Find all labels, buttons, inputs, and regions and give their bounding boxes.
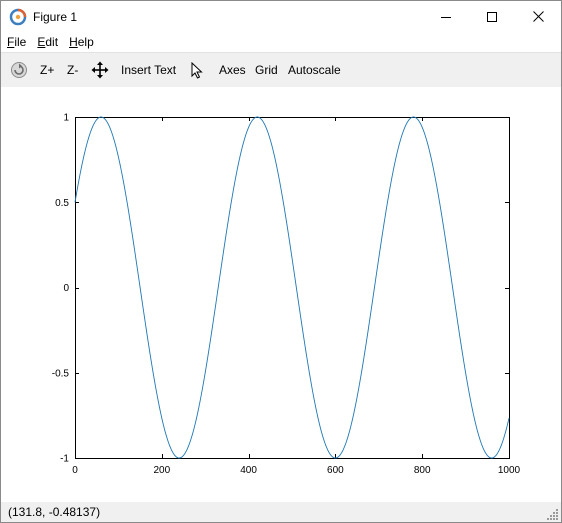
minimize-button[interactable]	[423, 1, 469, 32]
zoom-out-button[interactable]: Z-	[67, 53, 78, 87]
plot-area[interactable]: 0 200 400 600 800 1000 -1 -0.5 0 0.5 1	[1, 87, 561, 502]
y-tick-label: 1	[63, 113, 69, 124]
close-icon	[532, 11, 544, 22]
x-tick-label: 600	[327, 465, 344, 476]
y-tick-label: 0	[63, 283, 69, 294]
y-tick-label: -1	[60, 454, 69, 465]
zoom-in-button[interactable]: Z+	[40, 53, 54, 87]
insert-text-button[interactable]: Insert Text	[121, 53, 176, 87]
x-tick-label: 400	[240, 465, 257, 476]
menu-help-mnemonic: H	[69, 35, 78, 49]
cursor-icon	[191, 61, 203, 79]
autoscale-button[interactable]: Autoscale	[288, 53, 341, 87]
window-controls	[423, 1, 561, 32]
rotate-button[interactable]	[10, 53, 28, 87]
select-button[interactable]	[191, 53, 203, 87]
menu-file-label: ile	[14, 35, 27, 49]
rotate-icon	[11, 62, 27, 78]
menu-file[interactable]: File	[1, 35, 31, 49]
line-chart[interactable]: 0 200 400 600 800 1000 -1 -0.5 0 0.5 1	[1, 87, 561, 502]
menu-edit-label: dit	[45, 35, 59, 49]
y-tick-label: 0.5	[55, 198, 69, 209]
resize-grip-icon[interactable]	[547, 508, 559, 520]
pan-button[interactable]	[91, 53, 109, 87]
maximize-icon	[487, 11, 497, 22]
minimize-icon	[441, 16, 451, 18]
maximize-button[interactable]	[469, 1, 515, 32]
axes-button[interactable]: Axes	[219, 53, 246, 87]
title-bar[interactable]: Figure 1	[1, 1, 561, 32]
grid-button[interactable]: Grid	[255, 53, 278, 87]
octave-app-icon	[9, 8, 27, 25]
series-line	[74, 116, 510, 459]
menu-edit[interactable]: Edit	[31, 35, 63, 49]
figure-window: Figure 1 File Edit Help Z+ Z- Insert Tex…	[0, 0, 562, 523]
menu-bar: File Edit Help	[1, 32, 561, 52]
cursor-coordinates: (131.8, -0.48137)	[8, 505, 101, 519]
pan-icon	[91, 61, 109, 79]
close-button[interactable]	[515, 1, 561, 32]
x-tick-label: 800	[414, 465, 431, 476]
window-title: Figure 1	[33, 9, 78, 24]
toolbar: Z+ Z- Insert Text Axes Grid Autoscale	[1, 52, 561, 88]
y-tick-label: -0.5	[52, 368, 70, 379]
x-tick-label: 1000	[498, 465, 521, 476]
status-bar: (131.8, -0.48137)	[1, 502, 561, 522]
menu-help[interactable]: Help	[63, 35, 99, 49]
menu-help-label: elp	[77, 35, 94, 49]
x-tick-label: 200	[153, 465, 170, 476]
x-tick-label: 0	[72, 465, 78, 476]
